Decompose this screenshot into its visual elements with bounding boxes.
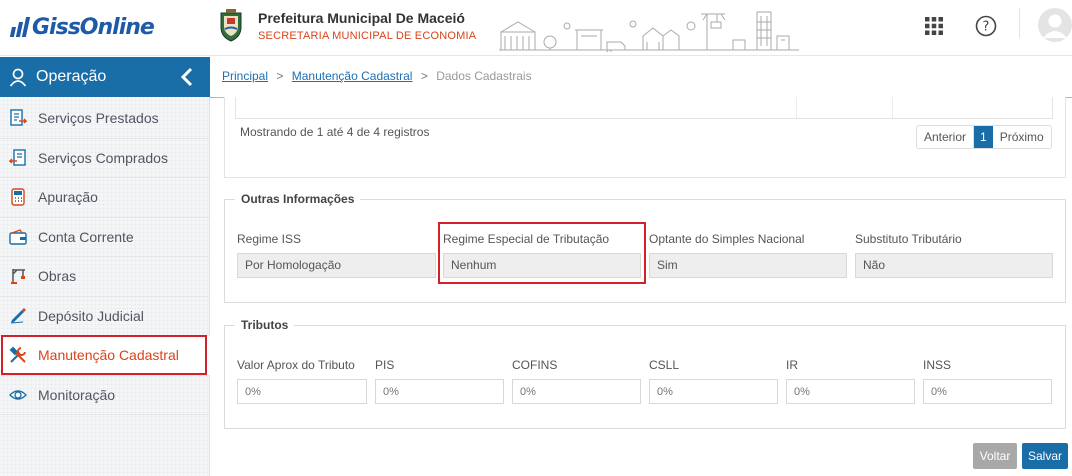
breadcrumb: Principal > Manutenção Cadastral > Dados… <box>222 69 532 83</box>
sidebar-item-label: Serviços Prestados <box>38 110 159 127</box>
top-header: GissOnline Prefeitura Municipal De Macei… <box>0 0 1072 56</box>
logo-text: GissOnline <box>32 14 155 40</box>
sidebar-header[interactable]: Operação <box>0 57 210 97</box>
sidebar-item-label: Depósito Judicial <box>38 307 144 324</box>
sidebar: Operação Serviços Prestados Serviços Com… <box>0 57 210 476</box>
valor-aprox-label: Valor Aprox do Tributo <box>237 358 355 372</box>
other-info-fieldset: Outras Informações Regime ISS Por Homolo… <box>224 192 1066 303</box>
prefecture-subtitle: SECRETARIA MUNICIPAL DE ECONOMIA <box>258 30 477 42</box>
pis-input[interactable] <box>375 379 504 404</box>
gissonline-logo[interactable]: GissOnline <box>9 12 155 42</box>
ir-label: IR <box>786 358 798 372</box>
pagination-previous-button[interactable]: Anterior <box>917 126 975 148</box>
document-in-icon <box>8 148 28 168</box>
pagination-next-button[interactable]: Próximo <box>992 126 1051 148</box>
other-info-legend: Outras Informações <box>235 192 361 206</box>
city-skyline-illustration <box>499 11 799 52</box>
simples-nacional-field: Sim <box>649 253 847 278</box>
csll-input[interactable] <box>649 379 778 404</box>
tools-icon <box>8 345 28 365</box>
crane-icon <box>8 266 28 286</box>
regime-iss-field: Por Homologação <box>237 253 436 278</box>
regime-iss-label: Regime ISS <box>237 232 302 246</box>
pis-label: PIS <box>375 358 395 372</box>
cofins-input[interactable] <box>512 379 641 404</box>
chevron-left-icon[interactable] <box>180 66 194 88</box>
breadcrumb-separator: > <box>420 69 428 83</box>
records-table <box>235 97 1053 119</box>
regime-especial-label: Regime Especial de Tributação <box>443 232 610 246</box>
eye-icon <box>8 385 28 405</box>
sidebar-item-label: Serviços Comprados <box>38 149 168 166</box>
records-panel: Mostrando de 1 até 4 de 4 registros Ante… <box>224 97 1066 178</box>
pen-icon <box>8 306 28 326</box>
sidebar-item-servicos-comprados[interactable]: Serviços Comprados <box>0 139 210 178</box>
cofins-label: COFINS <box>512 358 558 372</box>
sidebar-section-label: Operação <box>36 68 107 85</box>
calculator-icon <box>8 187 28 207</box>
sidebar-item-servicos-prestados[interactable]: Serviços Prestados <box>0 99 210 139</box>
header-divider <box>1019 8 1020 38</box>
wallet-icon <box>8 227 28 247</box>
apps-grid-icon[interactable] <box>922 14 946 38</box>
valor-aprox-input[interactable] <box>237 379 367 404</box>
breadcrumb-section-link[interactable]: Manutenção Cadastral <box>292 69 413 83</box>
taxes-fieldset: Tributos Valor Aprox do Tributo PIS COFI… <box>224 318 1066 429</box>
help-icon[interactable]: ? <box>974 14 998 38</box>
sidebar-menu: Serviços Prestados Serviços Comprados Ap… <box>0 99 210 415</box>
pagination-page-button[interactable]: 1 <box>974 126 993 148</box>
simples-nacional-label: Optante do Simples Nacional <box>649 232 805 246</box>
prefecture-title: Prefeitura Municipal De Maceió <box>258 10 465 26</box>
inss-input[interactable] <box>923 379 1052 404</box>
regime-especial-field: Nenhum <box>443 253 641 278</box>
svg-text:?: ? <box>983 20 990 35</box>
ir-input[interactable] <box>786 379 915 404</box>
breadcrumb-separator: > <box>276 69 284 83</box>
sidebar-item-label: Obras <box>38 268 77 285</box>
breadcrumb-current: Dados Cadastrais <box>436 69 532 83</box>
substituto-tributario-field: Não <box>855 253 1053 278</box>
sidebar-item-label: Monitoração <box>38 386 116 403</box>
breadcrumb-home-link[interactable]: Principal <box>222 69 268 83</box>
records-count-text: Mostrando de 1 até 4 de 4 registros <box>240 125 430 139</box>
substituto-tributario-label: Substituto Tributário <box>855 232 962 246</box>
csll-label: CSLL <box>649 358 680 372</box>
save-button[interactable]: Salvar <box>1022 443 1068 469</box>
logo-bars-icon <box>9 17 31 37</box>
sidebar-item-label: Conta Corrente <box>38 228 134 245</box>
sidebar-item-manutencao-cadastral[interactable]: Manutenção Cadastral <box>0 336 210 376</box>
back-button[interactable]: Voltar <box>973 443 1017 469</box>
sidebar-item-label: Apuração <box>38 189 98 206</box>
taxes-legend: Tributos <box>235 318 295 332</box>
sidebar-item-obras[interactable]: Obras <box>0 257 210 297</box>
sidebar-item-conta-corrente[interactable]: Conta Corrente <box>0 218 210 257</box>
pagination: Anterior 1 Próximo <box>916 125 1052 149</box>
user-avatar-icon[interactable] <box>1038 8 1072 42</box>
document-out-icon <box>8 108 28 128</box>
sidebar-item-label: Manutenção Cadastral <box>38 347 179 364</box>
sidebar-item-apuracao[interactable]: Apuração <box>0 178 210 218</box>
sidebar-item-monitoracao[interactable]: Monitoração <box>0 376 210 415</box>
inss-label: INSS <box>923 358 952 372</box>
sidebar-item-deposito-judicial[interactable]: Depósito Judicial <box>0 297 210 336</box>
user-icon <box>9 68 27 87</box>
city-crest-icon <box>220 9 242 42</box>
